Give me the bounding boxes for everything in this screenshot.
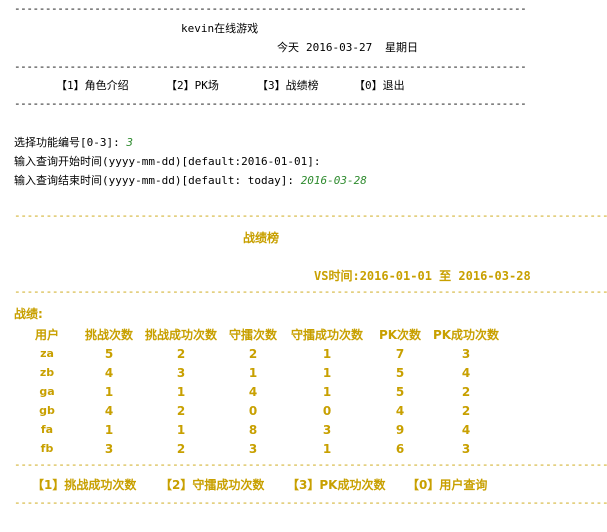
stat-cell: 1 <box>104 422 114 437</box>
stat-cell: 1 <box>104 384 114 399</box>
stat-cell: 5 <box>104 346 114 361</box>
column-header: PK成功次数 <box>432 328 500 342</box>
stat-cell: 4 <box>395 403 405 418</box>
stats-section-label: 战绩: <box>14 307 43 321</box>
stat-cell: 7 <box>395 346 405 361</box>
stat-cell: 1 <box>322 384 332 399</box>
stat-cell: 3 <box>461 346 471 361</box>
separator-menu-top: ----------------------------------------… <box>14 60 527 73</box>
column-header: 挑战成功次数 <box>144 328 217 342</box>
stat-cell: 2 <box>176 346 186 361</box>
stat-cell: 3 <box>176 365 186 380</box>
stat-cell: 3 <box>322 422 332 437</box>
user-cell: ga <box>39 385 55 398</box>
prompt-select-function: 选择功能编号[0-3]: 3 <box>14 136 133 149</box>
prompt-start-time: 输入查询开始时间(yyyy-mm-dd)[default:2016-01-01]… <box>14 155 321 168</box>
stat-cell: 8 <box>248 422 258 437</box>
user-cell: za <box>40 347 54 360</box>
stat-cell: 5 <box>395 384 405 399</box>
table-row: gb 4 2 0 0 4 2 <box>14 401 504 420</box>
column-header: 守擂成功次数 <box>290 328 363 342</box>
stat-cell: 2 <box>461 384 471 399</box>
user-cell: fb <box>40 442 54 455</box>
weekday: 星期日 <box>385 41 418 54</box>
stat-cell: 1 <box>322 346 332 361</box>
separator-gold-4: ----------------------------------------… <box>14 496 607 509</box>
current-date: 2016-03-27 <box>306 41 373 54</box>
submenu-user-query[interactable]: 【0】用户查询 <box>407 478 487 492</box>
stat-cell: 1 <box>176 384 186 399</box>
table-row: ga 1 1 4 1 5 2 <box>14 382 504 401</box>
stat-cell: 1 <box>176 422 186 437</box>
user-cell: zb <box>39 366 55 379</box>
user-cell: fa <box>40 423 54 436</box>
stat-cell: 1 <box>322 365 332 380</box>
stat-cell: 3 <box>104 441 114 456</box>
submenu-defense-wins[interactable]: 【2】守擂成功次数 <box>160 478 264 492</box>
menu-item-exit[interactable]: 【0】退出 <box>354 79 405 93</box>
column-header: 守擂次数 <box>228 328 277 342</box>
table-row: fa 1 1 8 3 9 4 <box>14 420 504 439</box>
stat-cell: 0 <box>248 403 258 418</box>
separator-top: ----------------------------------------… <box>14 2 527 15</box>
menu-item-pk-arena[interactable]: 【2】PK场 <box>166 79 219 93</box>
stat-cell: 3 <box>248 441 258 456</box>
stat-cell: 4 <box>461 422 471 437</box>
column-header: PK次数 <box>378 328 422 342</box>
stat-cell: 1 <box>322 441 332 456</box>
column-header: 挑战次数 <box>84 328 133 342</box>
separator-gold-2: ----------------------------------------… <box>14 285 607 298</box>
table-row: za 5 2 2 1 7 3 <box>14 344 504 363</box>
stat-cell: 0 <box>322 403 332 418</box>
column-header: 用户 <box>34 328 59 342</box>
prompt-end-time: 输入查询结束时间(yyyy-mm-dd)[default: today]: 20… <box>14 174 367 187</box>
stat-cell: 5 <box>395 365 405 380</box>
today-label: 今天 <box>277 41 299 54</box>
stat-cell: 9 <box>395 422 405 437</box>
stat-cell: 3 <box>461 441 471 456</box>
stat-cell: 4 <box>104 365 114 380</box>
table-row: fb 3 2 3 1 6 3 <box>14 439 504 458</box>
user-cell: gb <box>39 404 55 417</box>
stats-body: za 5 2 2 1 7 3 zb 4 3 1 1 5 4 ga 1 1 4 1 5 2 gb 4 2 0 0 4 2 fa 1 1 8 3 9 4… <box>14 344 504 458</box>
stats-table: 用户 挑战次数 挑战成功次数 守擂次数 守擂成功次数 PK次数 PK成功次数 za 5 2 2 1 7… <box>14 325 504 458</box>
menu-item-role-intro[interactable]: 【1】角色介绍 <box>56 79 129 93</box>
submenu-pk-wins[interactable]: 【3】PK成功次数 <box>287 478 385 492</box>
separator-menu-bottom: ----------------------------------------… <box>14 97 527 110</box>
stat-cell: 2 <box>248 346 258 361</box>
game-title: kevin在线游戏 <box>181 22 259 35</box>
stat-cell: 2 <box>176 441 186 456</box>
vs-time-range: VS时间:2016-01-01 至 2016-03-28 <box>314 269 531 283</box>
stat-cell: 2 <box>461 403 471 418</box>
stat-cell: 2 <box>176 403 186 418</box>
table-row: zb 4 3 1 1 5 4 <box>14 363 504 382</box>
stat-cell: 6 <box>395 441 405 456</box>
leaderboard-title: 战绩榜 <box>243 231 280 245</box>
input-end-time[interactable]: 2016-03-28 <box>301 174 367 187</box>
stat-cell: 4 <box>104 403 114 418</box>
stats-header-row: 用户 挑战次数 挑战成功次数 守擂次数 守擂成功次数 PK次数 PK成功次数 <box>14 325 504 344</box>
submenu-challenge-wins[interactable]: 【1】挑战成功次数 <box>32 478 136 492</box>
stat-cell: 1 <box>248 365 258 380</box>
menu-item-leaderboard[interactable]: 【3】战绩榜 <box>257 79 319 93</box>
separator-gold-3: ----------------------------------------… <box>14 458 607 471</box>
stat-cell: 4 <box>248 384 258 399</box>
input-function-number[interactable]: 3 <box>126 136 133 149</box>
separator-gold-1: ----------------------------------------… <box>14 209 607 222</box>
stat-cell: 4 <box>461 365 471 380</box>
